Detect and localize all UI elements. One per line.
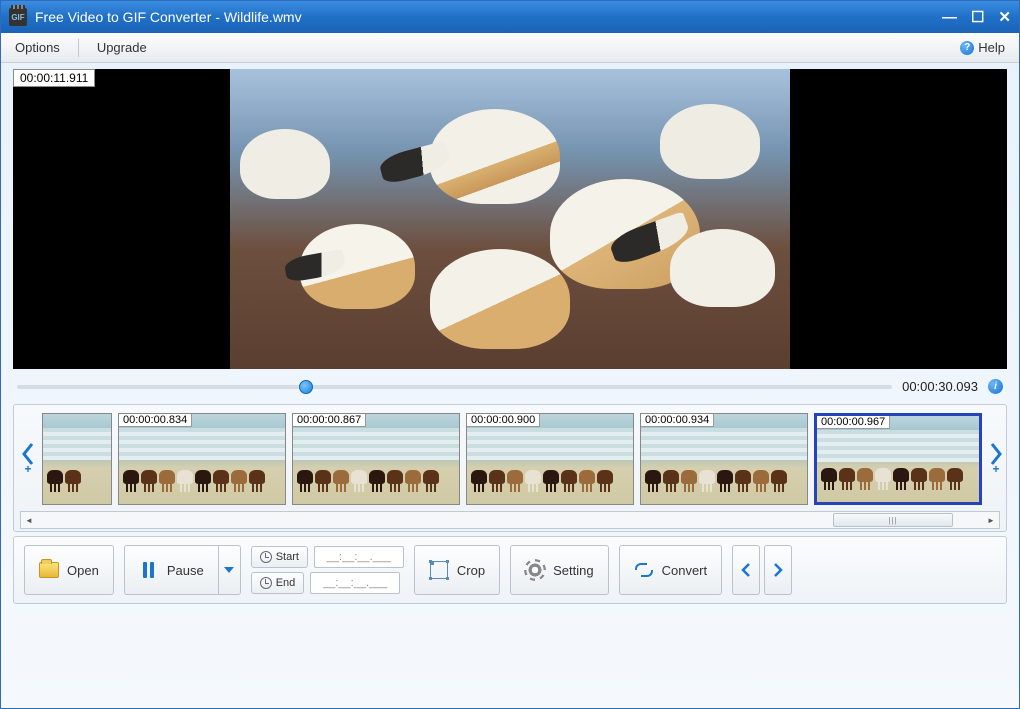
frame-timestamp: 00:00:00.934 [641, 414, 714, 427]
scroll-left-icon[interactable]: ◄ [21, 512, 37, 528]
frames-panel: + 00:00:00.834 00:00:00.867 00:0 [13, 404, 1007, 532]
frames-scrollbar[interactable]: ◄ ||| ► [20, 511, 1000, 529]
crop-icon [430, 561, 448, 579]
seek-slider[interactable] [17, 385, 892, 389]
next-button[interactable] [764, 545, 792, 595]
info-icon[interactable]: i [988, 379, 1003, 394]
gear-icon [526, 561, 544, 579]
pause-button[interactable]: Pause [124, 545, 219, 595]
frame-timestamp: 00:00:00.834 [119, 414, 192, 427]
frame-timestamp: 00:00:00.967 [817, 416, 890, 429]
help-label: Help [978, 40, 1005, 55]
frames-next-button[interactable]: + [988, 414, 1004, 504]
chevron-left-icon [741, 563, 751, 577]
scrollbar-handle[interactable]: ||| [833, 513, 953, 527]
convert-label: Convert [662, 563, 708, 578]
current-timestamp: 00:00:11.911 [13, 69, 95, 87]
titlebar: GIF Free Video to GIF Converter - Wildli… [1, 1, 1019, 33]
start-time-button[interactable]: Start [251, 546, 308, 568]
convert-icon [635, 561, 653, 579]
clock-icon [260, 577, 272, 589]
app-window: GIF Free Video to GIF Converter - Wildli… [0, 0, 1020, 709]
frame-thumbnail[interactable]: 00:00:00.867 [292, 413, 460, 505]
app-icon: GIF [9, 8, 27, 26]
pause-dropdown-button[interactable] [219, 545, 241, 595]
folder-icon [39, 562, 59, 578]
minimize-icon[interactable]: — [942, 9, 957, 26]
end-label: End [276, 577, 296, 589]
scroll-right-icon[interactable]: ► [983, 512, 999, 528]
help-icon: ? [960, 41, 974, 55]
video-frame [230, 69, 790, 369]
open-label: Open [67, 563, 99, 578]
frame-thumbnail[interactable]: 00:00:00.834 [118, 413, 286, 505]
end-time-input[interactable]: __:__:__.___ [310, 572, 400, 594]
menu-options[interactable]: Options [15, 40, 60, 55]
menu-separator [78, 39, 79, 57]
pause-label: Pause [167, 563, 204, 578]
window-title: Free Video to GIF Converter - Wildlife.w… [35, 9, 942, 25]
open-button[interactable]: Open [24, 545, 114, 595]
prev-button[interactable] [732, 545, 760, 595]
seek-thumb[interactable] [299, 380, 313, 394]
maximize-icon[interactable]: ☐ [971, 8, 984, 26]
end-time-button[interactable]: End [251, 572, 305, 594]
frame-timestamp: 00:00:00.900 [467, 414, 540, 427]
menu-help[interactable]: ? Help [960, 40, 1005, 55]
convert-button[interactable]: Convert [619, 545, 723, 595]
menubar: Options Upgrade ? Help [1, 33, 1019, 63]
start-time-input[interactable]: __:__:__.___ [314, 546, 404, 568]
setting-button[interactable]: Setting [510, 545, 608, 595]
frame-thumbnail-selected[interactable]: 00:00:00.967 [814, 413, 982, 505]
chevron-down-icon [224, 567, 234, 573]
video-preview-area[interactable]: 00:00:11.911 [13, 69, 1007, 369]
bottom-toolbar: Open Pause Start __:__:__.___ [13, 536, 1007, 604]
start-label: Start [276, 551, 299, 563]
frame-thumbnail[interactable]: 00:00:00.900 [466, 413, 634, 505]
crop-button[interactable]: Crop [414, 545, 500, 595]
setting-label: Setting [553, 563, 593, 578]
frame-thumbnail[interactable] [42, 413, 112, 505]
crop-label: Crop [457, 563, 485, 578]
video-duration: 00:00:30.093 [902, 379, 978, 394]
chevron-right-icon [773, 563, 783, 577]
menu-upgrade[interactable]: Upgrade [97, 40, 147, 55]
frames-prev-button[interactable]: + [20, 414, 36, 504]
frame-timestamp: 00:00:00.867 [293, 414, 366, 427]
pause-icon [143, 562, 154, 578]
close-icon[interactable]: ✕ [998, 8, 1011, 26]
clock-icon [260, 551, 272, 563]
frame-thumbnail[interactable]: 00:00:00.934 [640, 413, 808, 505]
